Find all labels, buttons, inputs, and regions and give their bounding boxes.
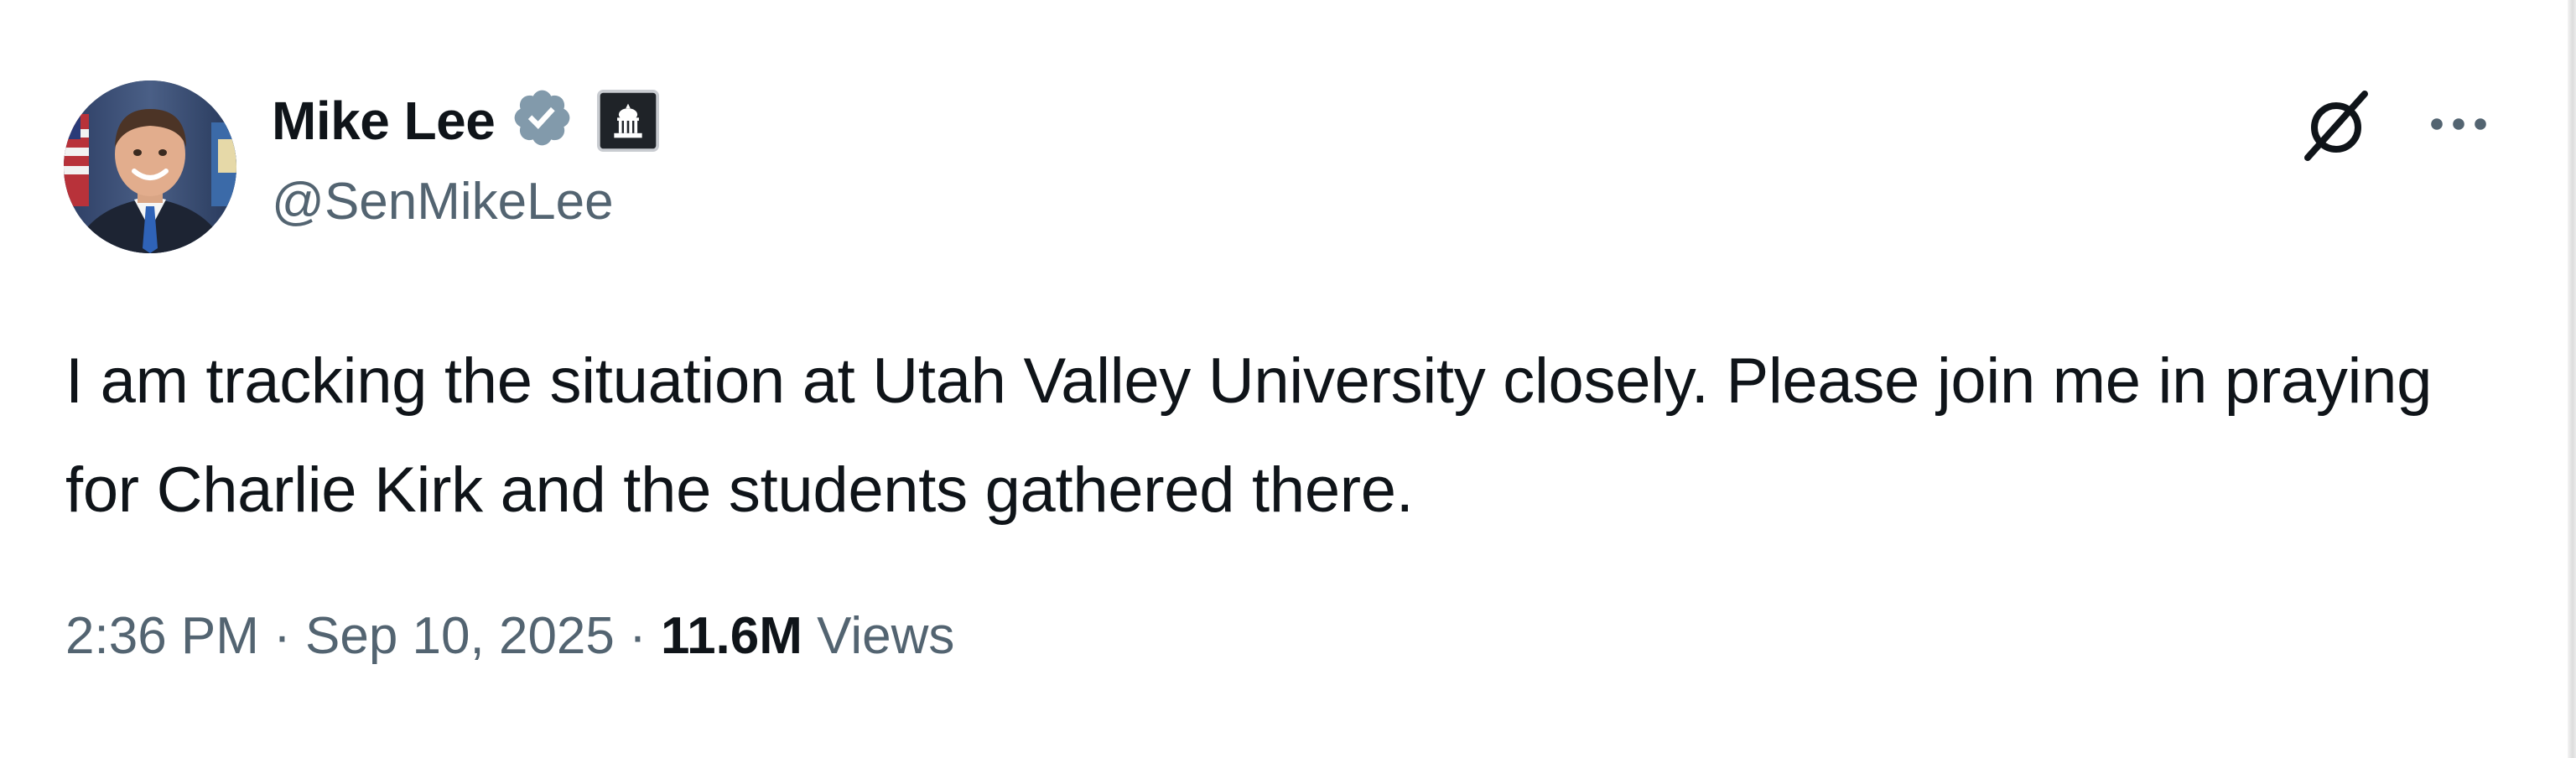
author-handle[interactable]: @SenMikeLee xyxy=(272,176,614,228)
author-header: Mike Lee xyxy=(272,86,660,156)
more-options-icon[interactable] xyxy=(2425,107,2492,141)
verified-badge-icon[interactable] xyxy=(510,86,580,156)
profile-photo xyxy=(64,80,236,253)
tweet-date[interactable]: Sep 10, 2025 xyxy=(305,610,615,662)
tweet-time[interactable]: 2:36 PM xyxy=(65,610,259,662)
government-capitol-icon[interactable] xyxy=(597,90,660,152)
tweet-metadata: 2:36 PM · Sep 10, 2025 · 11.6M Views xyxy=(65,610,954,662)
avatar[interactable] xyxy=(64,80,236,253)
meta-separator: · xyxy=(258,607,306,665)
views-label: Views xyxy=(802,607,955,665)
meta-separator: · xyxy=(614,607,662,665)
scroll-edge xyxy=(2568,0,2576,758)
grok-icon[interactable] xyxy=(2299,87,2376,164)
tweet-text: I am tracking the situation at Utah Vall… xyxy=(65,345,2433,526)
author-name[interactable]: Mike Lee xyxy=(272,94,496,148)
views-count[interactable]: 11.6M xyxy=(661,610,802,662)
